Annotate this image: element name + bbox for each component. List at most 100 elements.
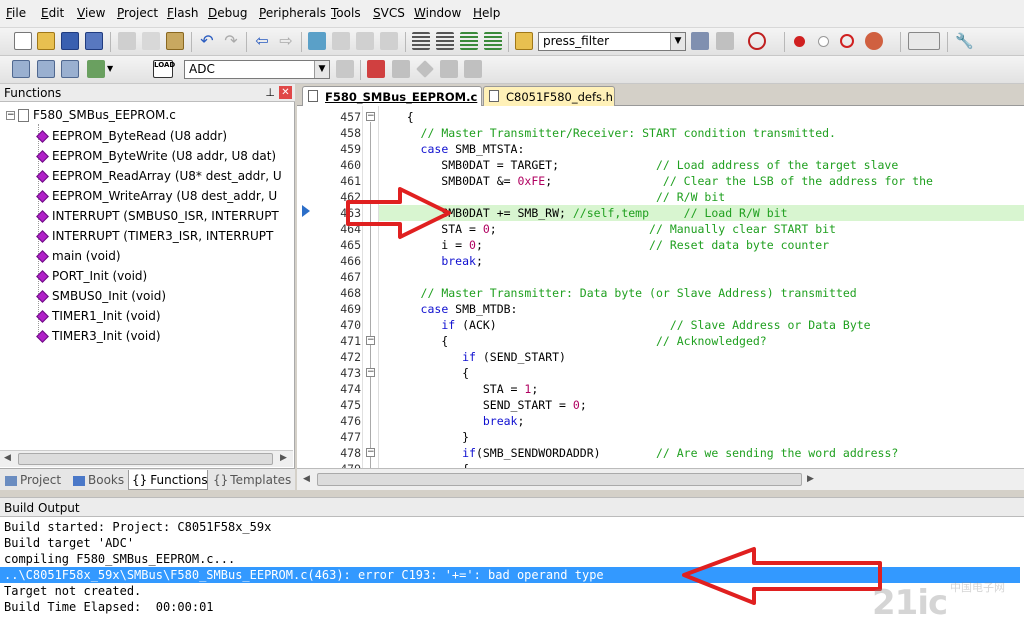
tab-functions[interactable]: {} Functions — [128, 470, 208, 490]
function-item[interactable]: TIMER1_Init (void) — [36, 306, 161, 326]
manage-components-icon[interactable] — [392, 60, 410, 78]
function-item[interactable]: main (void) — [36, 246, 121, 266]
window-layout-icon[interactable] — [908, 32, 940, 50]
cut-icon[interactable] — [118, 32, 136, 50]
save-icon[interactable] — [61, 32, 79, 50]
code-line[interactable]: // Master Transmitter/Receiver: START co… — [379, 125, 1024, 141]
disable-breakpoint-icon[interactable] — [818, 36, 829, 47]
menu-project[interactable]: Project — [117, 6, 158, 20]
batch-build-icon[interactable] — [87, 60, 105, 78]
target-combo[interactable]: ADC ▼ — [184, 60, 330, 79]
code-line[interactable]: } — [379, 429, 1024, 445]
fold-toggle-icon[interactable]: − — [366, 448, 375, 457]
tab-templates[interactable]: {} Templates — [210, 470, 294, 490]
tab-f580-smbus-eeprom[interactable]: F580_SMBus_EEPROM.c — [302, 86, 482, 106]
code-line[interactable]: SMB0DAT &= 0xFE; // Clear the LSB of the… — [379, 173, 1024, 189]
menu-peripherals[interactable]: Peripherals — [259, 6, 326, 20]
open-folder-icon[interactable] — [37, 32, 55, 50]
code-line[interactable]: { — [379, 109, 1024, 125]
new-file-icon[interactable] — [14, 32, 32, 50]
incremental-find-icon[interactable] — [716, 32, 734, 50]
function-item[interactable]: EEPROM_WriteArray (U8 dest_addr, U — [36, 186, 277, 206]
code-line[interactable]: if (SEND_START) — [379, 349, 1024, 365]
code-line[interactable]: { — [379, 365, 1024, 381]
close-icon[interactable]: ✕ — [279, 86, 292, 99]
tree-root-file[interactable]: − F580_SMBus_EEPROM.c — [6, 108, 176, 126]
function-item[interactable]: INTERRUPT (TIMER3_ISR, INTERRUPT — [36, 226, 273, 246]
menu-flash[interactable]: Flash — [167, 6, 198, 20]
select-software-packs-icon[interactable] — [464, 60, 482, 78]
editor-horizontal-scrollbar[interactable]: ◀ ▶ — [297, 468, 1024, 490]
chevron-down-icon[interactable]: ▼ — [107, 60, 117, 78]
scrollbar-thumb[interactable] — [317, 473, 802, 486]
tab-books[interactable]: Books — [70, 470, 127, 490]
translate-icon[interactable] — [12, 60, 30, 78]
save-all-icon[interactable] — [85, 32, 103, 50]
copy-icon[interactable] — [142, 32, 160, 50]
code-line[interactable]: break; — [379, 413, 1024, 429]
unindent-icon[interactable] — [436, 32, 454, 50]
code-line[interactable]: STA = 1; — [379, 381, 1024, 397]
find-combo[interactable]: press_filter ▼ — [538, 32, 686, 51]
clear-bookmarks-icon[interactable] — [380, 32, 398, 50]
code-editor[interactable]: 457 458 459 460 461 462 463 464 465 466 … — [297, 106, 1024, 468]
tab-project[interactable]: Project — [2, 470, 64, 490]
function-item[interactable]: TIMER3_Init (void) — [36, 326, 161, 346]
menu-help[interactable]: Help — [473, 6, 500, 20]
find-in-files-icon[interactable] — [515, 32, 533, 50]
next-bookmark-icon[interactable] — [356, 32, 374, 50]
function-item[interactable]: EEPROM_ByteRead (U8 addr) — [36, 126, 227, 146]
breakpoint-icon[interactable] — [794, 36, 805, 47]
prev-bookmark-icon[interactable] — [332, 32, 350, 50]
paste-icon[interactable] — [166, 32, 184, 50]
function-item[interactable]: EEPROM_ReadArray (U8* dest_addr, U — [36, 166, 282, 186]
code-line[interactable]: SMB0DAT = TARGET; // Load address of the… — [379, 157, 1024, 173]
nav-back-icon[interactable]: ⇦ — [253, 32, 271, 50]
menu-edit[interactable]: Edit — [41, 6, 64, 20]
kill-breakpoints-icon[interactable] — [840, 34, 854, 48]
chevron-down-icon[interactable]: ▼ — [670, 33, 685, 50]
indent-icon[interactable] — [412, 32, 430, 50]
code-line[interactable]: STA = 0; // Manually clear START bit — [379, 221, 1024, 237]
functions-horizontal-scrollbar[interactable]: ◀ ▶ — [0, 450, 293, 467]
load-icon[interactable]: LOAD — [153, 60, 175, 78]
uncomment-icon[interactable] — [484, 32, 502, 50]
code-line[interactable]: if (ACK) // Slave Address or Data Byte — [379, 317, 1024, 333]
collapse-icon[interactable]: − — [6, 111, 15, 120]
redo-icon[interactable]: ↷ — [222, 32, 240, 50]
build-error-line[interactable]: ..\C8051F58x_59x\SMBus\F580_SMBus_EEPROM… — [0, 567, 1020, 583]
debug-options-icon[interactable] — [865, 32, 883, 50]
code-line[interactable]: break; — [379, 253, 1024, 269]
comment-icon[interactable] — [460, 32, 478, 50]
function-item[interactable]: INTERRUPT (SMBUS0_ISR, INTERRUPT — [36, 206, 279, 226]
function-item[interactable]: PORT_Init (void) — [36, 266, 147, 286]
undo-icon[interactable]: ↶ — [198, 32, 216, 50]
code-line[interactable]: SEND_START = 0; — [379, 397, 1024, 413]
code-line[interactable] — [379, 269, 1024, 285]
rebuild-icon[interactable] — [61, 60, 79, 78]
code-line[interactable]: { // Acknowledged? — [379, 333, 1024, 349]
code-line[interactable]: // Master Transmitter: Data byte (or Sla… — [379, 285, 1024, 301]
rte-icon[interactable] — [416, 60, 434, 78]
code-line[interactable]: // R/W bit — [379, 189, 1024, 205]
code-line[interactable]: i = 0; // Reset data byte counter — [379, 237, 1024, 253]
debug-session-icon[interactable] — [748, 32, 766, 50]
menu-svcs[interactable]: SVCS — [373, 6, 405, 20]
scroll-left-icon[interactable]: ◀ — [4, 453, 11, 463]
scroll-right-icon[interactable]: ▶ — [807, 474, 814, 484]
scrollbar-thumb[interactable] — [18, 453, 273, 465]
menu-file[interactable]: File — [6, 6, 26, 20]
build-output-panel[interactable]: Build started: Project: C8051F58x_59x Bu… — [0, 517, 1024, 625]
scroll-left-icon[interactable]: ◀ — [303, 474, 310, 484]
code-line[interactable]: SMB0DAT += SMB_RW; //self,temp // Load R… — [379, 205, 1024, 221]
file-extensions-icon[interactable] — [367, 60, 385, 78]
find-icon[interactable] — [691, 32, 709, 50]
wrench-icon[interactable]: 🔧 — [955, 32, 974, 50]
function-item[interactable]: EEPROM_ByteWrite (U8 addr, U8 dat) — [36, 146, 276, 166]
code-line[interactable]: if(SMB_SENDWORDADDR) // Are we sending t… — [379, 445, 1024, 461]
function-item[interactable]: SMBUS0_Init (void) — [36, 286, 166, 306]
pack-installer-icon[interactable] — [440, 60, 458, 78]
scroll-right-icon[interactable]: ▶ — [280, 453, 287, 463]
menu-tools[interactable]: Tools — [331, 6, 361, 20]
fold-toggle-icon[interactable]: − — [366, 336, 375, 345]
